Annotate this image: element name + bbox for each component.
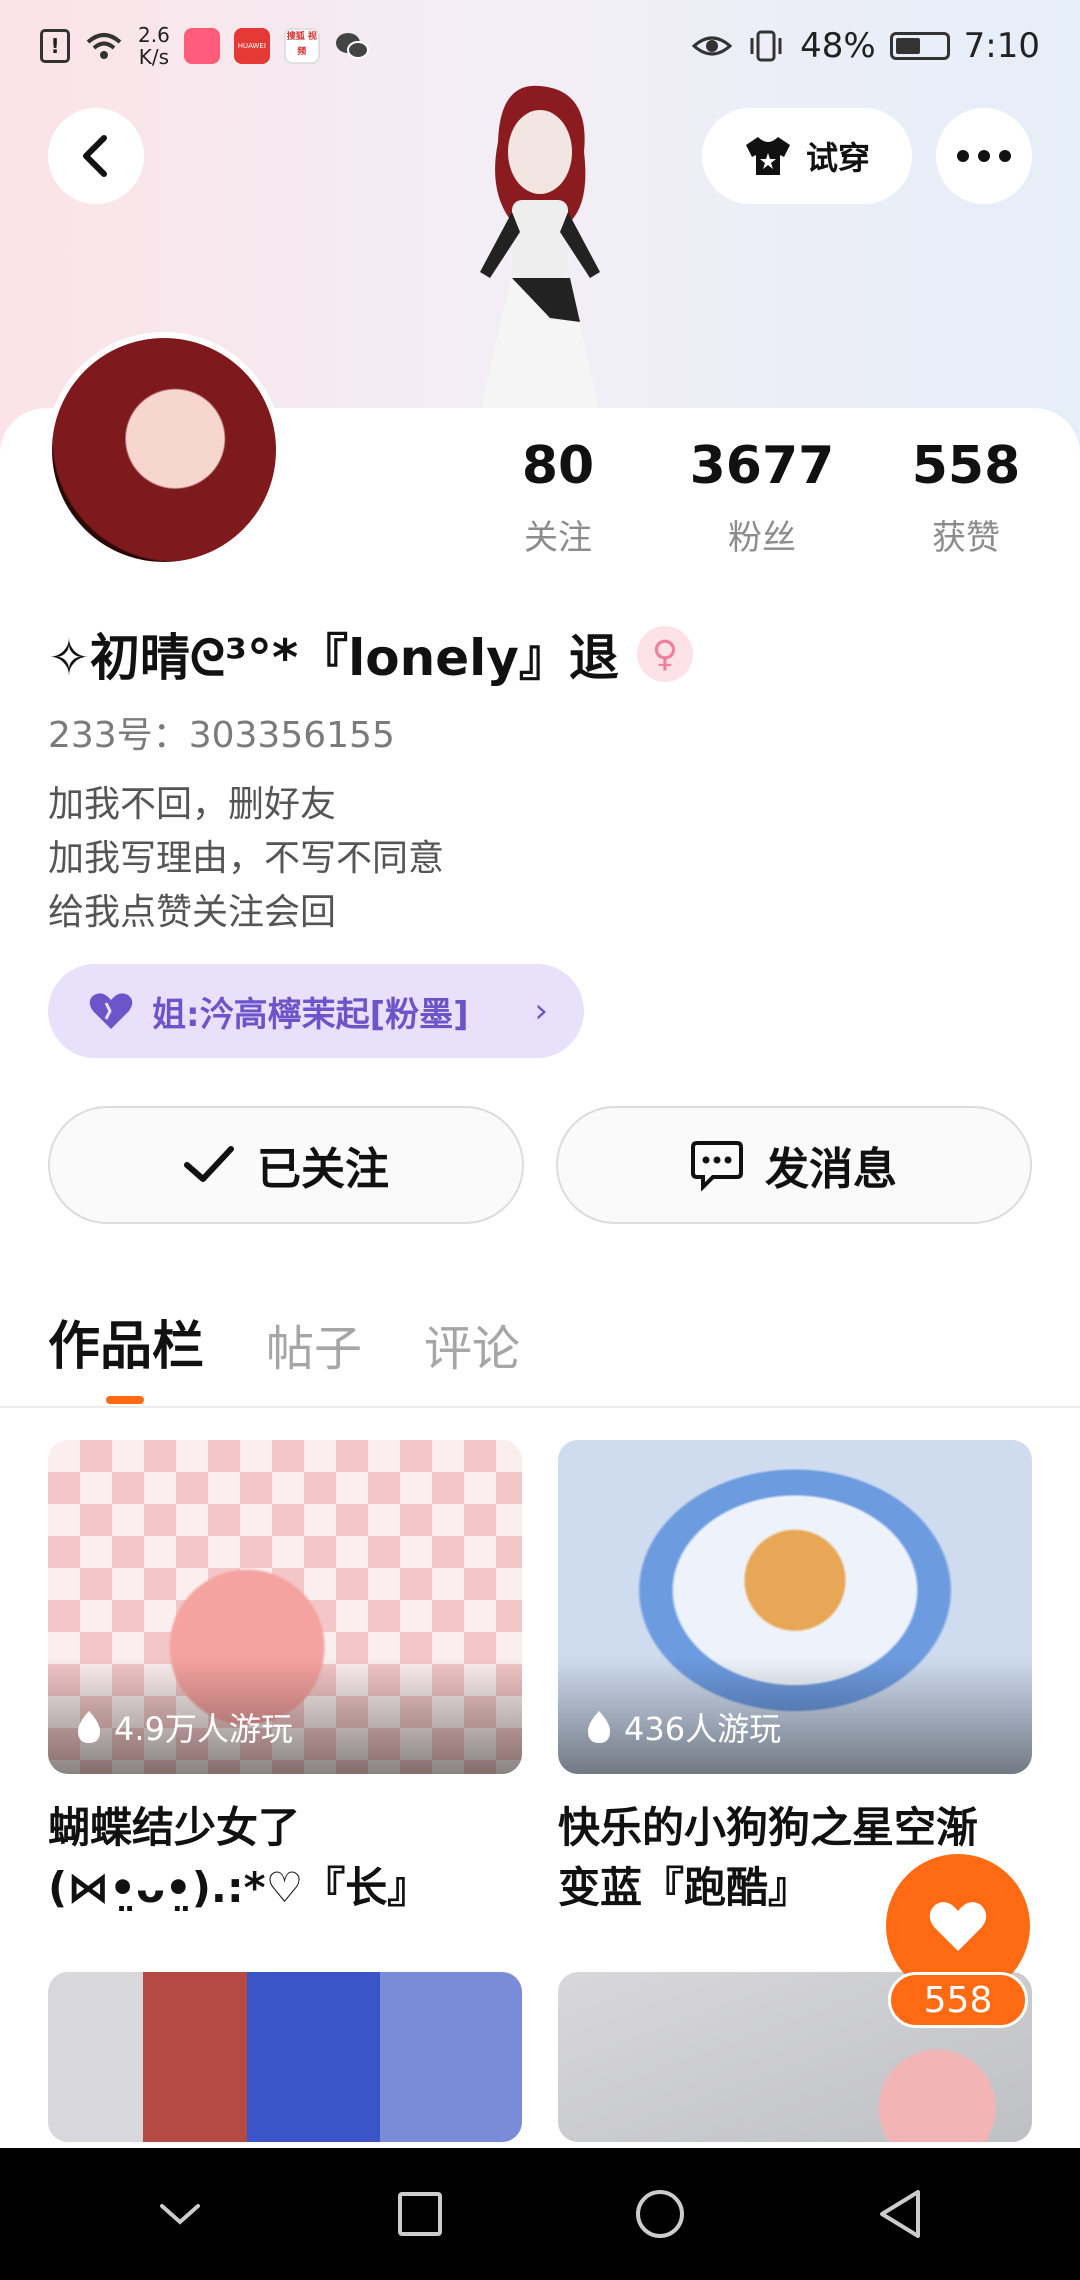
- play-count: 436人游玩: [584, 1704, 781, 1750]
- send-message-button[interactable]: 发消息: [556, 1106, 1032, 1224]
- active-tab-indicator: [106, 1396, 144, 1404]
- status-bar-right: 48% 7:10: [692, 26, 1040, 66]
- family-relation-tag[interactable]: 姐:汵高檸茉起[粉墨] ›: [48, 964, 584, 1058]
- bio-line: 加我不回，删好友: [48, 784, 337, 825]
- work-title-line: (⋈•̤ᴗ•̤).:*♡『长』: [48, 1863, 430, 1912]
- status-bar: ! 2.6 K/s HUAWEI 搜狐 视频 48% 7:10: [0, 0, 1080, 92]
- alert-icon: !: [40, 29, 70, 63]
- chat-bubble-icon: [691, 1141, 743, 1191]
- try-on-button[interactable]: 试穿: [702, 108, 912, 204]
- battery-percent: 48%: [800, 26, 876, 66]
- like-count-badge: 558: [888, 1972, 1028, 2028]
- bio-line: 加我写理由，不写不同意: [48, 838, 445, 879]
- home-button[interactable]: [620, 2174, 700, 2254]
- system-back-button[interactable]: [860, 2174, 940, 2254]
- huawei-app-icon: HUAWEI: [233, 28, 270, 64]
- user-id: 233号：303356155: [48, 715, 395, 756]
- avatar-character-figure: [480, 85, 600, 412]
- more-options-button[interactable]: [936, 108, 1032, 204]
- system-navigation-bar: [0, 2148, 1080, 2280]
- checkmark-icon: [184, 1146, 234, 1182]
- stat-fans[interactable]: 3677 粉丝: [672, 436, 852, 559]
- profile-stats: 80 关注 3677 粉丝 558 获赞: [0, 436, 1080, 576]
- following-count: 80: [521, 436, 595, 496]
- chevron-down-icon: [160, 2204, 200, 2225]
- network-speed-value: 2.6: [138, 23, 170, 47]
- send-message-label: 发消息: [765, 1144, 897, 1195]
- hide-nav-button[interactable]: [140, 2174, 220, 2254]
- work-card[interactable]: [48, 1972, 522, 2142]
- tab-posts[interactable]: 帖子: [266, 1309, 362, 1379]
- wifi-icon: [86, 33, 122, 59]
- circle-icon: [636, 2190, 684, 2238]
- followed-button[interactable]: 已关注: [48, 1106, 524, 1224]
- work-title-line: 快乐的小狗狗之星空渐: [558, 1803, 979, 1852]
- sohu-video-app-icon: 搜狐 视频: [283, 28, 320, 64]
- tabs-divider: [0, 1406, 1080, 1408]
- play-count-label: 4.9万人游玩: [114, 1710, 293, 1748]
- user-bio: 加我不回，删好友 加我写理由，不写不同意 给我点赞关注会回: [48, 778, 444, 940]
- wechat-icon: [335, 33, 369, 59]
- heart-icon: [89, 993, 133, 1029]
- eye-comfort-icon: [692, 36, 733, 56]
- female-gender-icon: ♀: [636, 626, 693, 682]
- network-speed-unit: K/s: [138, 45, 170, 69]
- fans-label: 粉丝: [728, 518, 796, 558]
- play-count-label: 436人游玩: [624, 1710, 782, 1748]
- work-thumbnail: 4.9万人游玩: [48, 1440, 522, 1774]
- try-on-label: 试穿: [805, 139, 870, 177]
- tab-comments[interactable]: 评论: [424, 1309, 520, 1379]
- work-card[interactable]: 436人游玩 快乐的小狗狗之星空渐 变蓝『跑酷』: [558, 1440, 1032, 1918]
- back-arrow-icon: [83, 135, 107, 177]
- stat-following[interactable]: 80 关注: [468, 436, 648, 559]
- network-speed: 2.6 K/s: [138, 24, 170, 68]
- bio-line: 给我点赞关注会回: [48, 892, 337, 933]
- play-count: 4.9万人游玩: [74, 1704, 293, 1750]
- back-button[interactable]: [48, 108, 144, 204]
- clock-time: 7:10: [963, 26, 1040, 66]
- following-label: 关注: [524, 518, 592, 558]
- likes-count: 558: [911, 436, 1021, 496]
- work-title: 蝴蝶结少女了 (⋈•̤ᴗ•̤).:*♡『长』: [48, 1798, 522, 1918]
- followed-label: 已关注: [257, 1144, 389, 1195]
- profile-tabs: 作品栏 帖子 评论: [48, 1304, 520, 1379]
- work-title-line: 蝴蝶结少女了: [48, 1803, 301, 1852]
- family-tag-label: 姐:汵高檸茉起[粉墨]: [152, 994, 469, 1035]
- stat-likes[interactable]: 558 获赞: [876, 436, 1056, 559]
- status-bar-left: ! 2.6 K/s HUAWEI 搜狐 视频: [40, 24, 370, 68]
- triangle-back-icon: [880, 2190, 920, 2238]
- square-icon: [398, 2192, 442, 2236]
- heart-icon: [929, 1902, 987, 1951]
- nickname-row: ✧初晴ᘓ³°*『lonely』退 ♀: [48, 618, 693, 690]
- recents-button[interactable]: [380, 2174, 460, 2254]
- work-thumbnail: 436人游玩: [558, 1440, 1032, 1774]
- tab-works[interactable]: 作品栏: [48, 1304, 204, 1379]
- fans-count: 3677: [689, 436, 835, 496]
- more-dots-icon: [957, 150, 1011, 162]
- battery-icon: [889, 32, 950, 60]
- app-notification-icon: [183, 28, 220, 64]
- chevron-right-icon: ›: [534, 991, 548, 1031]
- shirt-icon: [745, 137, 790, 175]
- user-nickname: ✧初晴ᘓ³°*『lonely』退: [48, 629, 619, 687]
- flame-icon: [78, 1711, 100, 1743]
- flame-icon: [588, 1711, 610, 1743]
- vibrate-icon: [750, 30, 782, 62]
- likes-label: 获赞: [932, 518, 1000, 558]
- work-thumbnail: [48, 1972, 522, 2142]
- work-card[interactable]: 4.9万人游玩 蝴蝶结少女了 (⋈•̤ᴗ•̤).:*♡『长』: [48, 1440, 522, 1918]
